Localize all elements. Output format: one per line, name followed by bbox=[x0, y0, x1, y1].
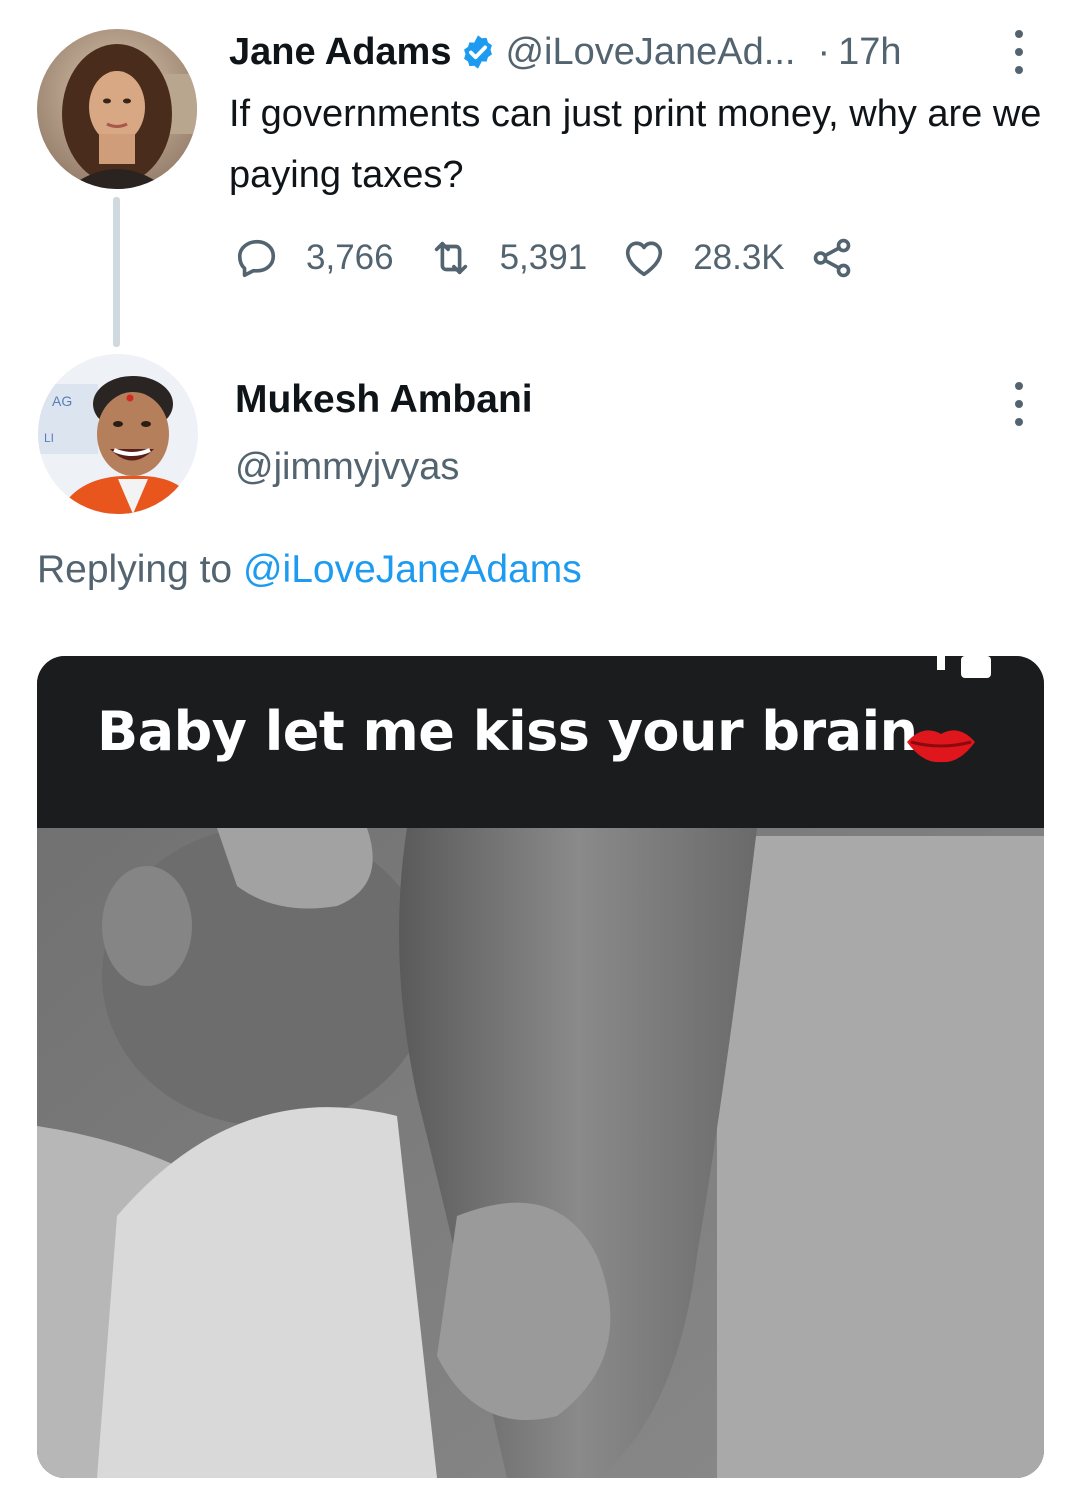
heart-icon bbox=[626, 241, 663, 277]
tweet-timestamp[interactable]: 17h bbox=[838, 31, 901, 74]
more-vertical-icon[interactable] bbox=[1012, 30, 1026, 74]
retweet-count: 5,391 bbox=[499, 238, 588, 277]
author-handle[interactable]: @iLoveJaneAd... bbox=[505, 31, 795, 74]
lips-icon bbox=[907, 730, 975, 763]
share-button[interactable] bbox=[809, 235, 855, 281]
avatar-mukesh-ambani[interactable]: AG LI bbox=[38, 354, 198, 514]
share-icon bbox=[813, 238, 850, 278]
separator-dot: · bbox=[817, 30, 831, 73]
retweet-button[interactable]: 5,391 bbox=[428, 235, 588, 281]
tweet-actions: 3,766 5,391 28.3K bbox=[234, 230, 889, 286]
reply-media-image[interactable]: Baby let me kiss your brain bbox=[37, 656, 1044, 1478]
like-button[interactable]: 28.3K bbox=[621, 235, 785, 281]
reply-count: 3,766 bbox=[306, 238, 394, 277]
more-vertical-icon-reply[interactable] bbox=[1012, 382, 1026, 426]
reply-button[interactable]: 3,766 bbox=[234, 235, 394, 281]
replying-to: Replying to @iLoveJaneAdams bbox=[37, 548, 582, 592]
author-name[interactable]: Jane Adams bbox=[229, 31, 451, 74]
reply-author-name[interactable]: Mukesh Ambani bbox=[235, 378, 533, 422]
verified-badge-icon bbox=[464, 35, 493, 69]
replying-prefix: Replying to bbox=[37, 548, 233, 591]
tweet-header: Jane Adams @iLoveJaneAd... · 17h bbox=[229, 28, 902, 76]
avatar-jane-image bbox=[37, 29, 197, 189]
tweet-text: If governments can just print money, why… bbox=[229, 93, 1042, 196]
avatar-mukesh-image: AG LI bbox=[38, 354, 198, 514]
thread-line bbox=[113, 197, 120, 347]
caption-bar: Baby let me kiss your brain bbox=[37, 656, 1044, 828]
svg-text:LI: LI bbox=[44, 431, 54, 445]
media-caption: Baby let me kiss your brain bbox=[97, 700, 918, 763]
reply-author-handle[interactable]: @jimmyjvyas bbox=[235, 446, 459, 489]
retweet-icon bbox=[434, 241, 467, 275]
replying-mention[interactable]: @iLoveJaneAdams bbox=[243, 548, 582, 591]
svg-text:AG: AG bbox=[52, 393, 72, 409]
corner-badge-icon bbox=[937, 656, 991, 678]
avatar-jane-adams[interactable] bbox=[37, 29, 197, 189]
like-count: 28.3K bbox=[693, 238, 785, 277]
reply-icon bbox=[237, 239, 276, 278]
